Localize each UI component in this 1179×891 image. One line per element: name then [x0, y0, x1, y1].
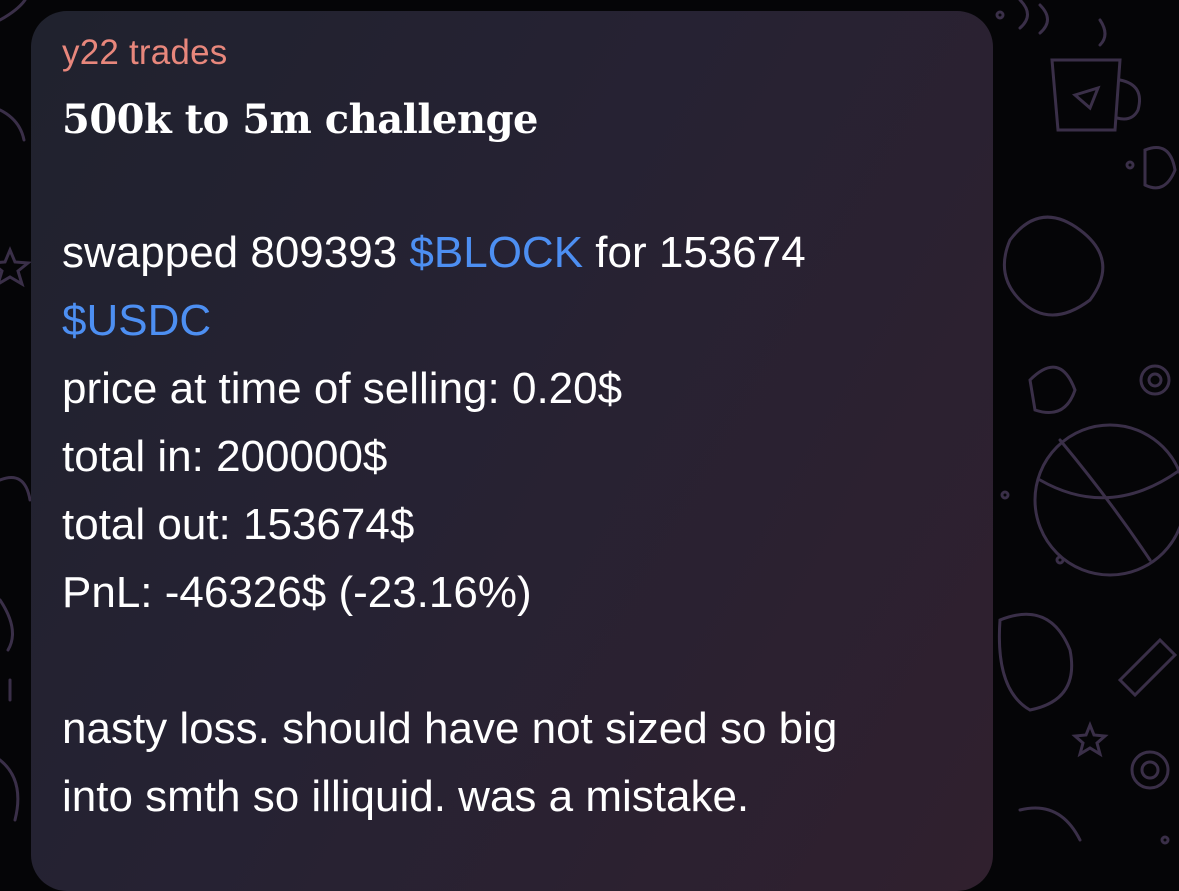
cup-doodle-icon: [1050, 18, 1141, 132]
message-title: 500k to 5m challenge: [62, 96, 539, 143]
price-line: price at time of selling: 0.20$: [62, 364, 623, 413]
sender-name[interactable]: y22 trades: [62, 33, 963, 73]
steam-doodle-icon: [1018, 0, 1049, 35]
message-bubble: y22 trades 500k to 5m challenge swapped …: [31, 11, 993, 891]
left-edge-doodle-icon: [0, 0, 32, 822]
dots-doodle-icon: [995, 10, 1170, 845]
total-in-line: total in: 200000$: [62, 432, 388, 481]
usdc-cashtag-link[interactable]: $USDC: [62, 296, 211, 345]
swap-line: swapped 809393 $BLOCK for 153674: [62, 219, 963, 287]
globe-doodle-icon: [1033, 423, 1179, 577]
note-line-1: nasty loss. should have not sized so big: [62, 704, 838, 753]
note-line-2: into smth so illiquid. was a mistake.: [62, 772, 750, 821]
pnl-line: PnL: -46326$ (-23.16%): [62, 568, 532, 617]
block-cashtag-link[interactable]: $BLOCK: [409, 228, 583, 277]
tube-doodle-icon: [1018, 637, 1178, 842]
swap-prefix: swapped 809393: [62, 228, 410, 277]
swap-line-continuation: $USDC: [62, 287, 963, 355]
swap-middle: for 153674: [583, 228, 806, 277]
message-body: swapped 809393 $BLOCK for 153674 $USDC p…: [62, 219, 963, 831]
total-out-line: total out: 153674$: [62, 500, 415, 549]
